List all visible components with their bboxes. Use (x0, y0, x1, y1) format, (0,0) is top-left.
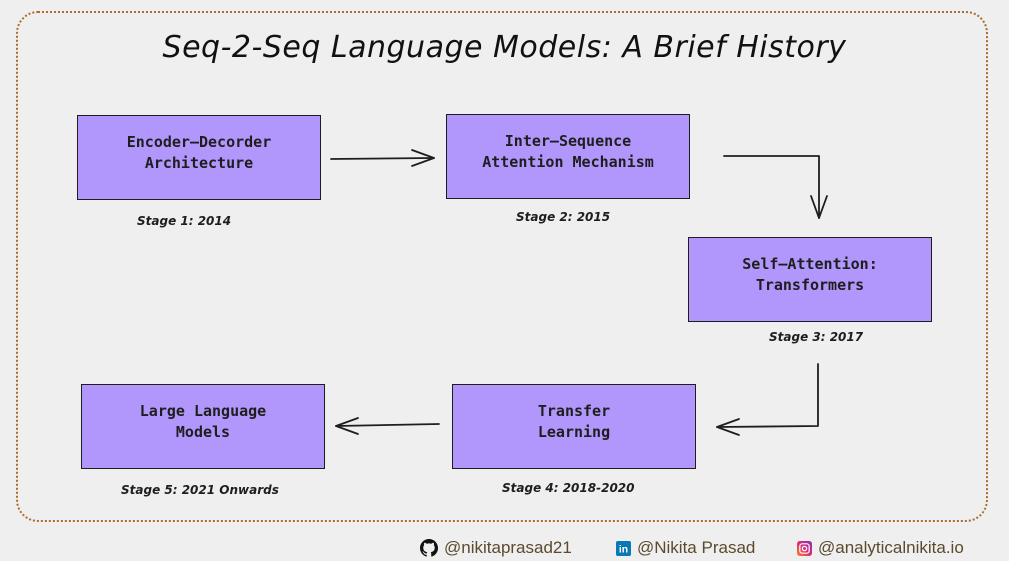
linkedin-handle: @Nikita Prasad (637, 538, 756, 557)
footer-linkedin[interactable]: in @Nikita Prasad (616, 536, 755, 560)
diagram-title: Seq-2-Seq Language Models: A Brief Histo… (162, 30, 847, 65)
stage-5-caption: Stage 5: 2021 Onwards (121, 483, 279, 497)
stage-1-box: Encoder—Decorder Architecture (77, 115, 321, 200)
stage-3-caption: Stage 3: 2017 (769, 330, 864, 344)
stage-2-caption: Stage 2: 2015 (516, 210, 611, 224)
footer-instagram[interactable]: @analyticalnikita.io (797, 536, 964, 560)
stage-3-box: Self—Attention: Transformers (688, 237, 932, 322)
stage-5-box: Large Language Models (81, 384, 325, 469)
svg-text:in: in (619, 544, 628, 555)
linkedin-icon: in (616, 540, 631, 556)
footer-github[interactable]: @nikitaprasad21 (420, 536, 572, 560)
stage-4-box: Transfer Learning (452, 384, 696, 469)
instagram-handle: @analyticalnikita.io (818, 538, 964, 557)
stage-4-caption: Stage 4: 2018-2020 (502, 481, 635, 495)
github-handle: @nikitaprasad21 (444, 538, 572, 557)
github-icon (420, 539, 438, 557)
stage-1-caption: Stage 1: 2014 (137, 214, 232, 228)
stage-2-box: Inter—Sequence Attention Mechanism (446, 114, 690, 199)
instagram-icon (797, 540, 812, 556)
